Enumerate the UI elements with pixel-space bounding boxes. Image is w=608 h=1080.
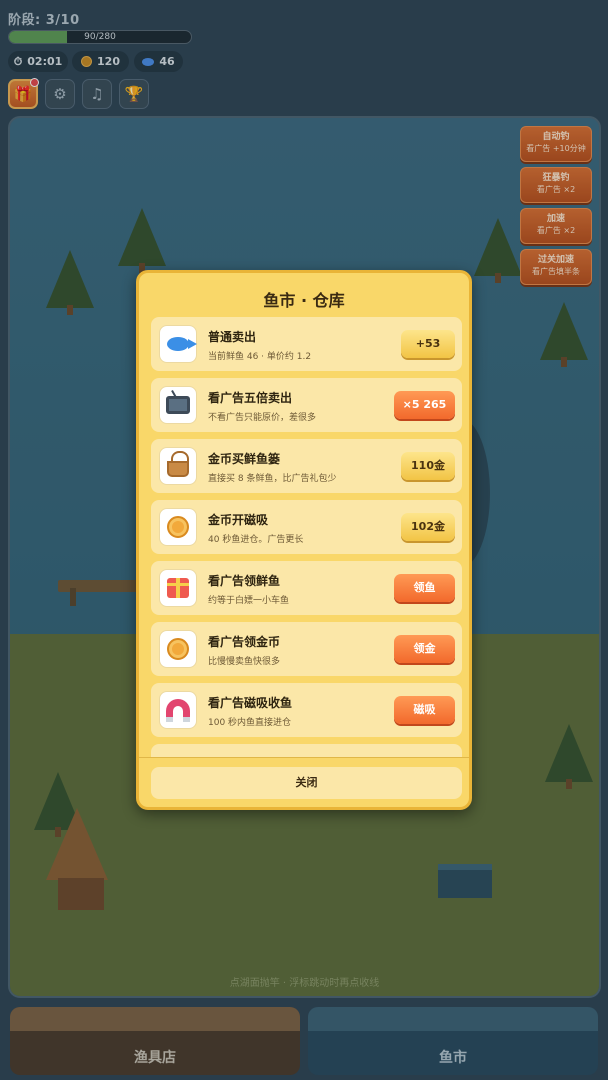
- coin-magnet-button[interactable]: 102金: [401, 513, 455, 541]
- offer-row-buy-basket: 金币买鲜鱼篓 直接买 8 条鲜鱼，比广告礼包少 110金: [151, 439, 462, 493]
- ad-magnet-button[interactable]: 磁吸: [394, 696, 455, 724]
- offer-row-ad-fish: 看广告领鲜鱼 约等于白嫖一小车鱼 领鱼: [151, 561, 462, 615]
- coin-icon: [167, 516, 189, 538]
- offer-desc: 比慢慢卖鱼快很多: [208, 657, 281, 667]
- offer-row-ad-magnet: 看广告磁吸收鱼 100 秒内鱼直接进仓 磁吸: [151, 683, 462, 737]
- claim-fish-button[interactable]: 领鱼: [394, 574, 455, 602]
- offer-icon-box: [159, 447, 197, 485]
- offer-row-ad-coins: 看广告领金币 比慢慢卖鱼快很多 领金: [151, 622, 462, 676]
- sell-5x-ad-button[interactable]: ×5 265: [394, 391, 455, 419]
- modal-footer-divider: [139, 757, 469, 758]
- offer-icon-box: [159, 569, 197, 607]
- offer-name: 看广告领鲜鱼: [208, 574, 281, 588]
- offer-desc: 直接买 8 条鲜鱼，比广告礼包少: [208, 474, 337, 484]
- gift-icon: [167, 578, 189, 598]
- market-warehouse-modal: 鱼市 · 仓库 普通卖出 当前鲜鱼 46 · 单价约 1.2 +53 看广告五倍…: [136, 270, 472, 810]
- magnet-icon: [166, 699, 190, 722]
- offer-icon-box: [159, 691, 197, 729]
- offer-name: 金币买鲜鱼篓: [208, 452, 281, 466]
- offer-row-normal-sell: 普通卖出 当前鲜鱼 46 · 单价约 1.2 +53: [151, 317, 462, 371]
- offer-desc: 40 秒鱼进仓。广告更长: [208, 535, 304, 545]
- tv-icon: [166, 396, 190, 414]
- offer-list[interactable]: 普通卖出 当前鲜鱼 46 · 单价约 1.2 +53 看广告五倍卖出 不看广告只…: [151, 317, 463, 757]
- claim-coins-button[interactable]: 领金: [394, 635, 455, 663]
- offer-desc: 约等于白嫖一小车鱼: [208, 596, 290, 606]
- offer-desc: 100 秒内鱼直接进仓: [208, 718, 292, 728]
- offer-name: 金币开磁吸: [208, 513, 269, 527]
- offer-icon-box: [159, 508, 197, 546]
- offer-icon-box: [159, 630, 197, 668]
- offer-name: 看广告磁吸收鱼: [208, 696, 293, 710]
- offer-desc: 当前鲜鱼 46 · 单价约 1.2: [208, 352, 312, 362]
- coin-icon: [167, 638, 189, 660]
- offer-icon-box: [159, 386, 197, 424]
- offer-name: 普通卖出: [208, 330, 257, 344]
- offer-desc: 不看广告只能原价，差很多: [208, 413, 317, 423]
- offer-name: 看广告领金币: [208, 635, 281, 649]
- basket-icon: [167, 451, 189, 477]
- offer-name: 看广告五倍卖出: [208, 391, 293, 405]
- offer-row-partial: [151, 744, 462, 757]
- offer-icon-box: [159, 325, 197, 363]
- fish-icon: [167, 337, 197, 351]
- buy-basket-button[interactable]: 110金: [401, 452, 455, 480]
- sell-normal-button[interactable]: +53: [401, 330, 455, 358]
- close-button[interactable]: 关闭: [151, 767, 462, 799]
- modal-title: 鱼市 · 仓库: [263, 291, 345, 310]
- offer-row-ad-5x-sell: 看广告五倍卖出 不看广告只能原价，差很多 ×5 265: [151, 378, 462, 432]
- offer-row-coin-magnet: 金币开磁吸 40 秒鱼进仓。广告更长 102金: [151, 500, 462, 554]
